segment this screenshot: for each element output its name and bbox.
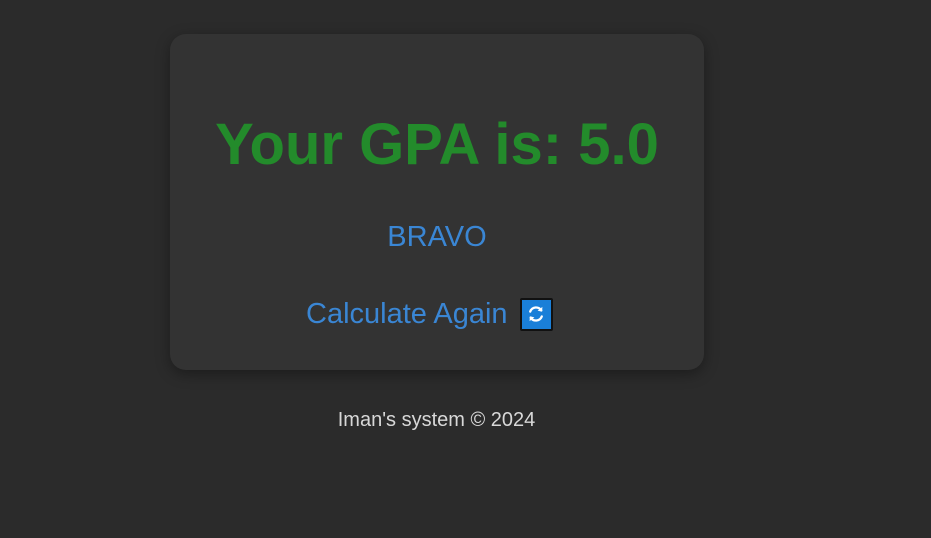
footer-copyright: Iman's system © 2024 xyxy=(337,409,536,431)
calculate-again-label: Calculate Again xyxy=(306,298,508,330)
result-card: Your GPA is: 5.0 BRAVO Calculate Again xyxy=(170,34,704,370)
gpa-message: BRAVO xyxy=(387,221,487,253)
refresh-icon xyxy=(519,297,553,331)
calculate-again-link[interactable]: Calculate Again xyxy=(306,297,553,331)
gpa-result-heading: Your GPA is: 5.0 xyxy=(215,112,659,177)
